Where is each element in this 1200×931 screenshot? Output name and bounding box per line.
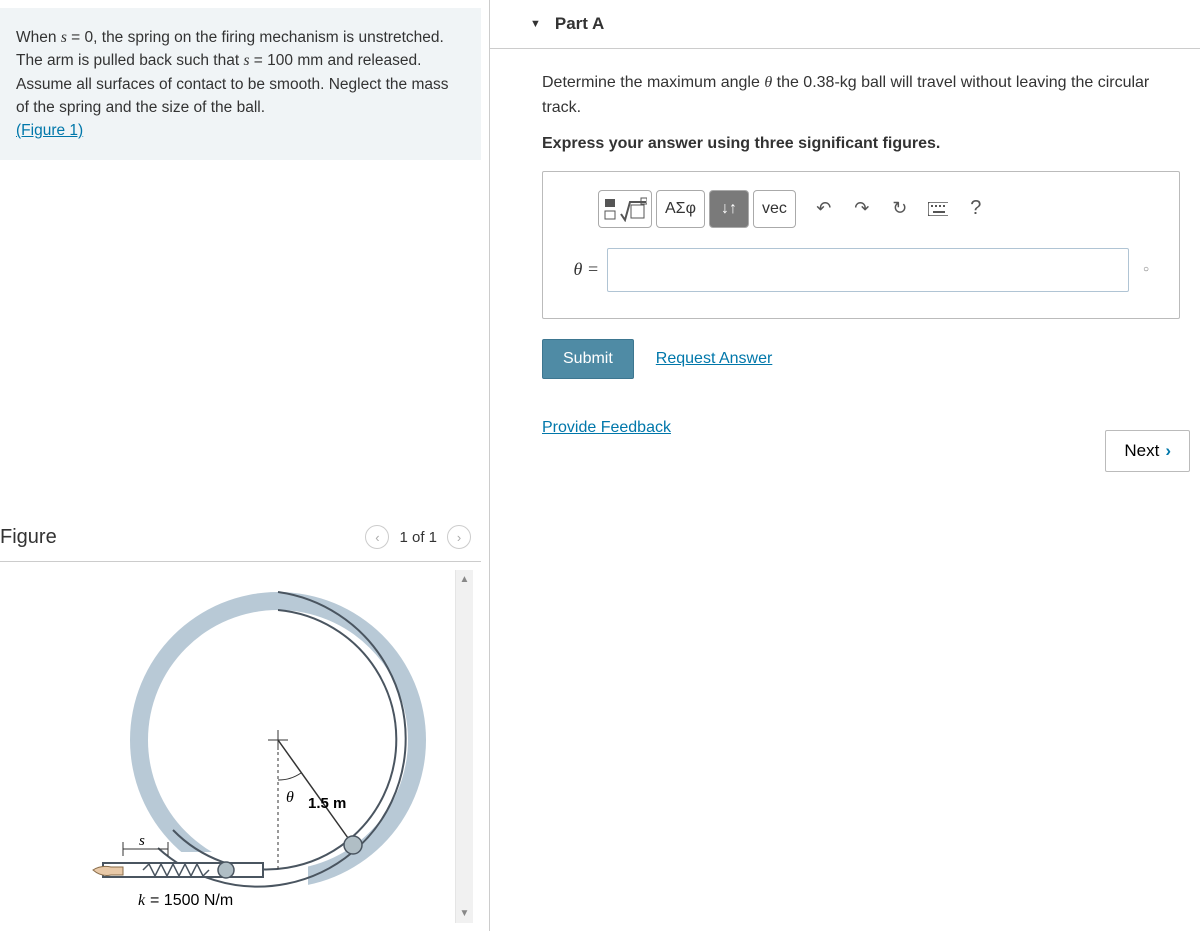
redo-icon[interactable]: ↷ [852, 199, 872, 219]
question-text: Determine the maximum angle θ the 0.38-k… [542, 71, 1180, 121]
greek-button[interactable]: ΑΣφ [656, 190, 705, 228]
scroll-up-icon[interactable]: ▲ [460, 570, 470, 589]
svg-text:1.5 m: 1.5 m [308, 795, 346, 812]
keyboard-icon[interactable] [928, 199, 948, 219]
unit-indicator: ○ [1143, 264, 1149, 275]
request-answer-link[interactable]: Request Answer [656, 350, 773, 368]
figure-title: Figure [0, 526, 57, 549]
vector-button[interactable]: vec [753, 190, 796, 228]
answer-instruction: Express your answer using three signific… [542, 135, 1180, 153]
figure-image: θ 1.5 m [8, 570, 455, 923]
problem-statement: When s = 0, the spring on the firing mec… [0, 8, 481, 160]
next-button[interactable]: Next› [1105, 430, 1190, 472]
svg-text:= 1500 N/m: = 1500 N/m [150, 892, 233, 909]
chevron-right-icon: › [1165, 441, 1171, 461]
reset-icon[interactable]: ↻ [890, 199, 910, 219]
answer-panel: ΑΣφ ↓↑ vec ↶ ↷ ↻ ? θ = [542, 171, 1180, 319]
subscript-button[interactable]: ↓↑ [709, 190, 749, 228]
svg-text:s: s [139, 833, 145, 849]
svg-text:θ: θ [286, 789, 294, 806]
part-collapse-icon[interactable]: ▼ [530, 18, 541, 30]
help-icon[interactable]: ? [966, 199, 986, 219]
undo-icon[interactable]: ↶ [814, 199, 834, 219]
figure-next-button[interactable]: › [447, 525, 471, 549]
figure-prev-button[interactable]: ‹ [365, 525, 389, 549]
figure-link[interactable]: (Figure 1) [16, 122, 83, 139]
fraction-sqrt-icon [603, 196, 647, 222]
submit-button[interactable]: Submit [542, 339, 634, 379]
figure-page-indicator: 1 of 1 [399, 529, 437, 546]
templates-button[interactable] [598, 190, 652, 228]
scroll-down-icon[interactable]: ▼ [460, 904, 470, 923]
answer-input[interactable] [607, 248, 1129, 292]
provide-feedback-link[interactable]: Provide Feedback [542, 419, 671, 437]
answer-variable-label: θ = [559, 259, 599, 280]
figure-scrollbar[interactable]: ▲ ▼ [455, 570, 473, 923]
svg-text:k: k [138, 892, 146, 909]
part-title: Part A [555, 14, 604, 34]
